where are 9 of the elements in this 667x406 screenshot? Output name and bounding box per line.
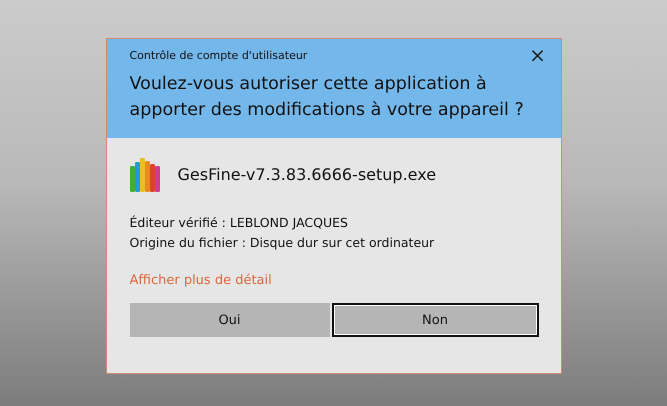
dialog-button[interactable]: Oui	[130, 303, 330, 337]
program-name: GesFine-v7.3.83.6666-setup.exe	[178, 164, 436, 184]
dialog-button[interactable]: Non	[332, 303, 538, 337]
detail-line: Éditeur vérifié : LEBLOND JACQUES	[130, 214, 349, 232]
bar-chart-icon	[130, 156, 160, 192]
close-button[interactable]: ×	[514, 39, 560, 71]
detail-line: Origine du fichier : Disque dur sur cet ordinateur	[130, 234, 436, 252]
window-title: Contrôle de compte d'utilisateur	[130, 48, 308, 62]
dialog-question: Voulez-vous autoriser cette application à apporter des modifications à votre appareil ?	[130, 73, 525, 122]
